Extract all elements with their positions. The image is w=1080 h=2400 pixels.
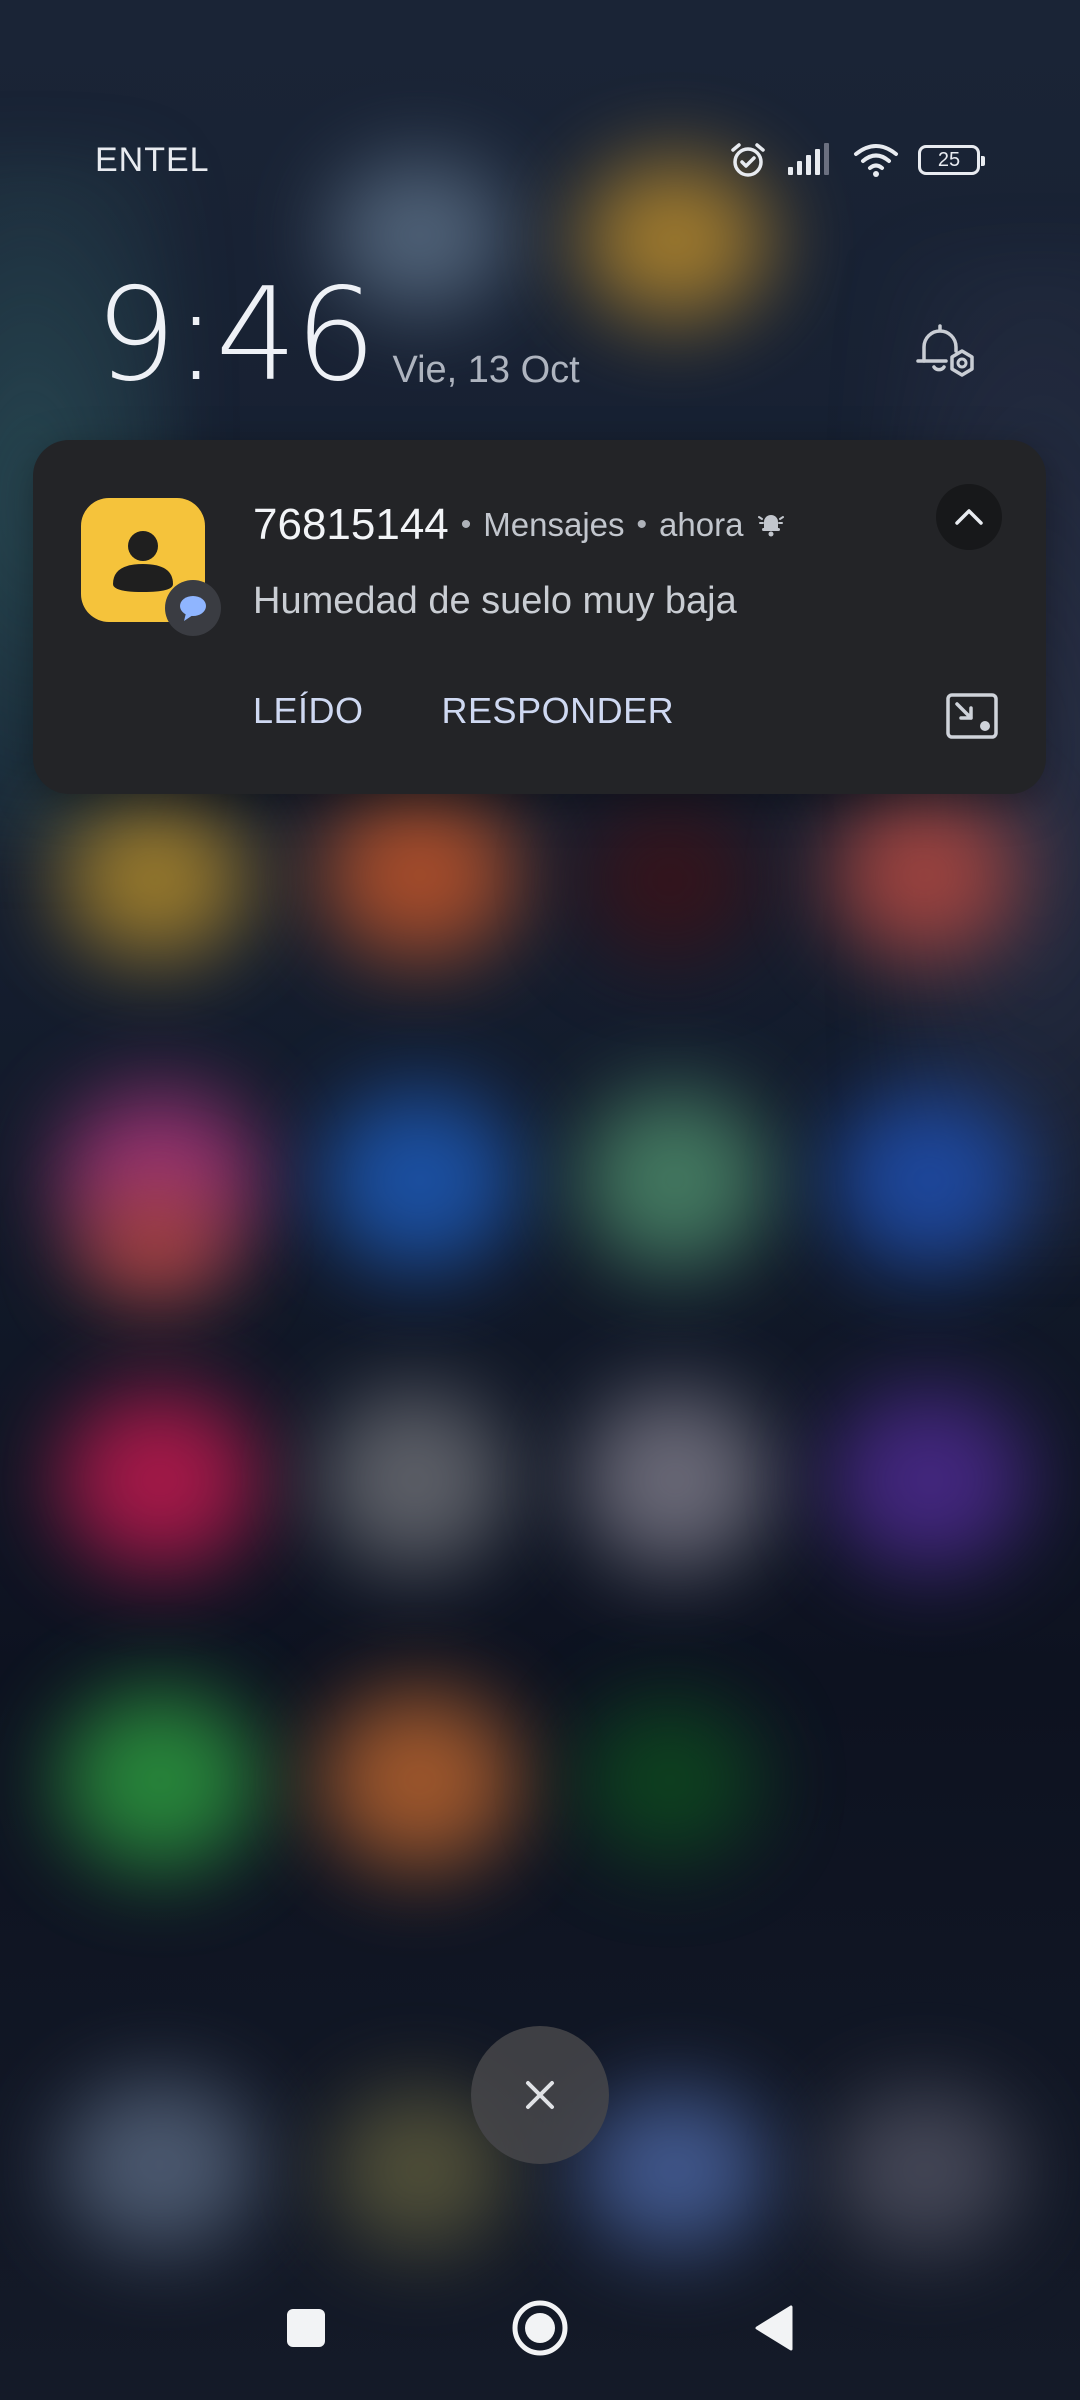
status-icons: 25 — [728, 140, 985, 180]
home-button[interactable] — [500, 2288, 580, 2368]
triangle-back-icon — [755, 2305, 793, 2351]
notification-sender: 76815144 — [253, 500, 449, 549]
mark-read-button[interactable]: LEÍDO — [253, 690, 364, 732]
floating-window-button[interactable] — [942, 686, 1002, 746]
battery-icon: 25 — [918, 145, 985, 175]
notification-card[interactable]: 76815144 • Mensajes • ahora Humedad de s… — [33, 440, 1046, 794]
notification-time: ahora — [659, 506, 744, 543]
back-button[interactable] — [734, 2288, 814, 2368]
circle-home-icon — [512, 2300, 568, 2356]
clock-time: 9:46 — [95, 261, 376, 410]
wifi-icon — [852, 142, 900, 178]
chevron-up-icon — [955, 509, 983, 525]
contact-avatar — [81, 498, 221, 636]
notification-header: 76815144 • Mensajes • ahora — [253, 500, 787, 550]
messages-app-badge — [165, 580, 221, 636]
reply-button[interactable]: RESPONDER — [442, 690, 675, 732]
signal-icon — [786, 143, 834, 177]
clear-notifications-button[interactable] — [471, 2026, 609, 2164]
square-recents-icon — [287, 2309, 325, 2347]
navigation-bar — [0, 2260, 1080, 2400]
close-icon — [526, 2081, 554, 2109]
collapse-notification-button[interactable] — [936, 484, 1002, 550]
notification-actions: LEÍDO RESPONDER — [253, 690, 674, 732]
separator-dot: • — [636, 508, 648, 541]
floating-window-icon — [946, 693, 998, 739]
alarm-icon — [728, 140, 768, 180]
person-icon — [113, 531, 173, 592]
clock-date: Vie, 13 Oct — [392, 349, 580, 391]
recents-button[interactable] — [266, 2288, 346, 2368]
battery-level: 25 — [937, 148, 961, 171]
lock-screen: ENTEL 25 9:46 Vie, 13 Oct 76815144 • Men… — [0, 0, 1080, 2400]
chat-bubble-icon — [180, 596, 206, 621]
separator-dot: • — [460, 508, 472, 541]
notification-app-name: Mensajes — [483, 506, 625, 543]
notification-message: Humedad de suelo muy baja — [253, 580, 737, 622]
clock-row: 9:46 Vie, 13 Oct — [95, 260, 985, 400]
notification-settings-icon[interactable] — [905, 310, 985, 390]
status-bar: ENTEL 25 — [95, 130, 985, 190]
carrier-name: ENTEL — [95, 140, 210, 179]
bell-ringing-icon — [755, 507, 787, 544]
